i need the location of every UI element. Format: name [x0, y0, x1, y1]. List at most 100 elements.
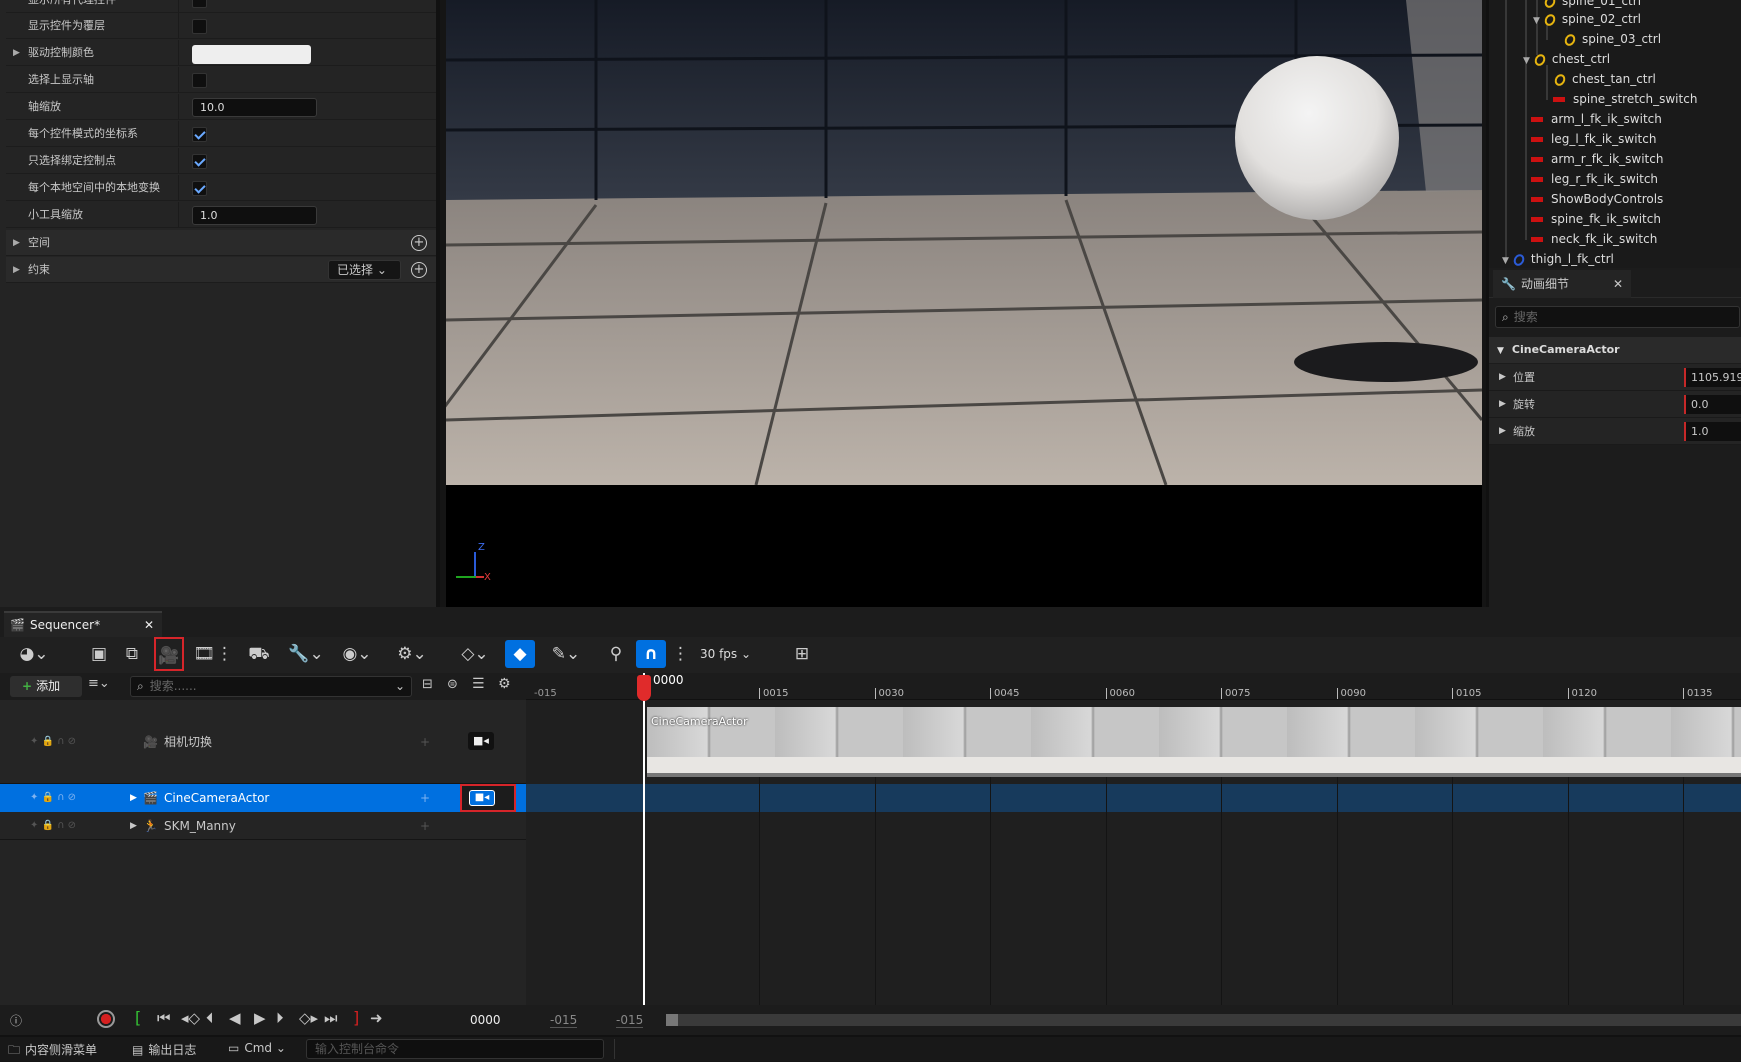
set-end-icon[interactable]: ] [353, 1008, 359, 1027]
expand-arrow-icon[interactable]: ▶ [1499, 418, 1506, 445]
viewport[interactable]: Z X [446, 0, 1482, 607]
tree-item[interactable]: spine_03_ctrl [1562, 29, 1661, 49]
pin-icon[interactable]: ✦ 🔒 ∩ ⊘ [30, 812, 76, 840]
tree-item[interactable]: arm_l_fk_ik_switch [1531, 109, 1662, 129]
timeline-scrollbar[interactable] [666, 1014, 1741, 1026]
jump-start-icon[interactable]: ⏮ [157, 1009, 171, 1027]
rotation-input[interactable]: 0.0 [1684, 395, 1741, 414]
tree-item[interactable]: ShowBodyControls [1531, 189, 1663, 209]
filter-icon[interactable]: ≡⌄ [88, 676, 110, 691]
next-key-icon[interactable]: ◇▸ [299, 1009, 318, 1027]
section-constraint[interactable]: ▶ 约束 已选择 ⌄ + [6, 257, 436, 283]
gear-icon[interactable]: ⚙ [498, 676, 511, 692]
pin-icon[interactable]: ✦ 🔒 ∩ ⊘ [30, 700, 76, 784]
jump-end-icon[interactable]: ⏭ [324, 1009, 338, 1027]
tree-item[interactable]: arm_r_fk_ik_switch [1531, 149, 1663, 169]
fps-dropdown[interactable]: 30 fps ⌄ [700, 637, 751, 671]
track-row-camera-cuts[interactable]: ✦ 🔒 ∩ ⊘ 🎥 相机切换 + ■◂ [0, 700, 526, 784]
pin-icon[interactable]: ✦ 🔒 ∩ ⊘ [30, 784, 76, 812]
expand-arrow-icon[interactable]: ▶ [13, 230, 20, 256]
expand-arrow-icon[interactable]: ▶ [1499, 391, 1506, 418]
timeline-area[interactable]: -015 0015 0030 0045 0060 0075 0090 0105 0120 013… [526, 673, 1741, 1005]
chevron-down-icon[interactable]: ⌄ [395, 677, 405, 696]
tab-anim-details[interactable]: 🔧 动画细节 ✕ [1493, 270, 1631, 298]
camera-lock-icon[interactable]: 🎥 [154, 637, 184, 671]
camera-toggle-button[interactable]: ■◂ [460, 784, 516, 812]
playhead[interactable] [643, 673, 645, 1005]
close-icon[interactable]: ✕ [1613, 270, 1623, 298]
track-row-skm-manny[interactable]: ✦ 🔒 ∩ ⊘ ▶ 🏃 SKM_Manny + [0, 812, 526, 840]
show-axis-checkbox[interactable] [192, 73, 207, 88]
marker-icon[interactable]: ⚲ [601, 637, 631, 671]
anim-details-search[interactable]: ⌕ 搜索 [1495, 306, 1740, 328]
snap-options-icon[interactable]: ⋮ [672, 637, 689, 671]
coord-system-checkbox[interactable] [192, 127, 207, 142]
expand-arrow-icon[interactable]: ▶ [130, 784, 137, 812]
location-input[interactable]: 1105.9192 [1684, 368, 1741, 387]
tree-item[interactable]: ▼ spine_02_ctrl [1533, 9, 1641, 29]
sequencer-tab[interactable]: 🎬 Sequencer* ✕ [4, 611, 162, 637]
expand-caret-icon[interactable]: ▼ [1502, 256, 1509, 266]
tools-icon[interactable]: 🔧⌄ [286, 637, 326, 671]
world-icon[interactable]: ◕⌄ [14, 637, 54, 671]
list-icon[interactable]: ☰ [472, 676, 485, 692]
set-start-icon[interactable]: [ [135, 1008, 141, 1027]
record-button[interactable] [97, 1010, 115, 1028]
tree-item[interactable]: spine_fk_ik_switch [1531, 209, 1661, 229]
select-bound-checkbox[interactable] [192, 154, 207, 169]
add-circle-icon[interactable]: + [411, 262, 427, 278]
step-forward-icon[interactable]: ⏵ [276, 1009, 284, 1027]
play-icon[interactable]: ▶ [254, 1009, 266, 1027]
tree-item[interactable]: leg_r_fk_ik_switch [1531, 169, 1658, 189]
curve-editor-icon[interactable]: ⊞ [787, 637, 817, 671]
tree-item[interactable]: ▼ chest_ctrl [1523, 49, 1610, 69]
expand-arrow-icon[interactable]: ▶ [13, 40, 20, 66]
expand-arrow-icon[interactable]: ▶ [1499, 364, 1506, 391]
range-start-label[interactable]: -015 [550, 1013, 578, 1028]
auto-key-icon[interactable]: ◆ [505, 640, 535, 668]
show-proxy-checkbox[interactable] [192, 0, 207, 8]
playback-frame[interactable]: 0000 [470, 1013, 501, 1027]
track-search-input[interactable]: ⌕ 搜索...... ⌄ [130, 676, 412, 697]
tree-item[interactable]: ▼ thigh_l_fk_ctrl [1502, 249, 1614, 269]
close-icon[interactable]: ✕ [144, 613, 154, 637]
tree-item[interactable]: leg_l_fk_ik_switch [1531, 129, 1656, 149]
camera-cut-clip[interactable]: CineCameraActor [647, 707, 1741, 777]
playback-settings-icon[interactable]: ⚙⌄ [391, 637, 433, 671]
collapse-all-icon[interactable]: ⊟ [422, 677, 433, 692]
section-space[interactable]: ▶ 空间 + [6, 230, 436, 256]
director-icon[interactable]: ⛟ [244, 637, 274, 671]
expand-arrow-icon[interactable]: ▶ [130, 812, 137, 840]
local-transform-checkbox[interactable] [192, 181, 207, 196]
camera-key-button[interactable]: ■◂ [468, 732, 494, 750]
collapse-caret-icon[interactable]: ▼ [1497, 346, 1504, 356]
content-drawer-button[interactable]: 🗀 内容侧滑菜单 [8, 1041, 97, 1062]
step-back-icon[interactable]: ⏴ [206, 1009, 214, 1027]
snap-magnet-icon[interactable]: ∩ [636, 640, 666, 668]
time-ruler[interactable]: -015 0015 0030 0045 0060 0075 0090 0105 0120 013… [526, 673, 1741, 700]
edit-mode-icon[interactable]: ✎⌄ [546, 637, 586, 671]
find-asset-icon[interactable]: ⧉ [117, 637, 147, 671]
viewport-scene[interactable] [446, 0, 1482, 485]
visibility-icon[interactable]: ◉⌄ [337, 637, 377, 671]
save-sequence-icon[interactable]: ▣ [84, 637, 114, 671]
play-reverse-icon[interactable]: ◀ [229, 1009, 241, 1027]
add-icon[interactable]: + [420, 784, 430, 812]
scale-input[interactable]: 1.0 [1684, 422, 1741, 441]
selected-dropdown[interactable]: 已选择 ⌄ [328, 260, 401, 280]
console-input[interactable]: 输入控制台命令 [306, 1039, 604, 1059]
tree-item[interactable]: neck_fk_ik_switch [1531, 229, 1657, 249]
playhead-handle[interactable] [637, 675, 651, 701]
range-end-label[interactable]: -015 [616, 1013, 644, 1028]
gizmo-scale-input[interactable]: 1.0 [192, 206, 317, 225]
color-swatch[interactable] [192, 45, 311, 64]
add-icon[interactable]: + [420, 812, 430, 840]
track-row-cine-camera-actor[interactable]: ✦ 🔒 ∩ ⊘ ▶ 🎬 CineCameraActor + ■◂ [0, 784, 526, 812]
overlay-checkbox[interactable] [192, 19, 207, 34]
add-track-button[interactable]: + 添加 [10, 676, 82, 697]
expand-caret-icon[interactable]: ▼ [1533, 16, 1540, 26]
tree-item[interactable]: chest_tan_ctrl [1552, 69, 1656, 89]
more-options-icon[interactable]: ⋮ [216, 637, 233, 671]
cmd-dropdown[interactable]: ▭ Cmd ⌄ [228, 1041, 286, 1055]
expand-all-icon[interactable]: ⊜ [447, 677, 458, 692]
